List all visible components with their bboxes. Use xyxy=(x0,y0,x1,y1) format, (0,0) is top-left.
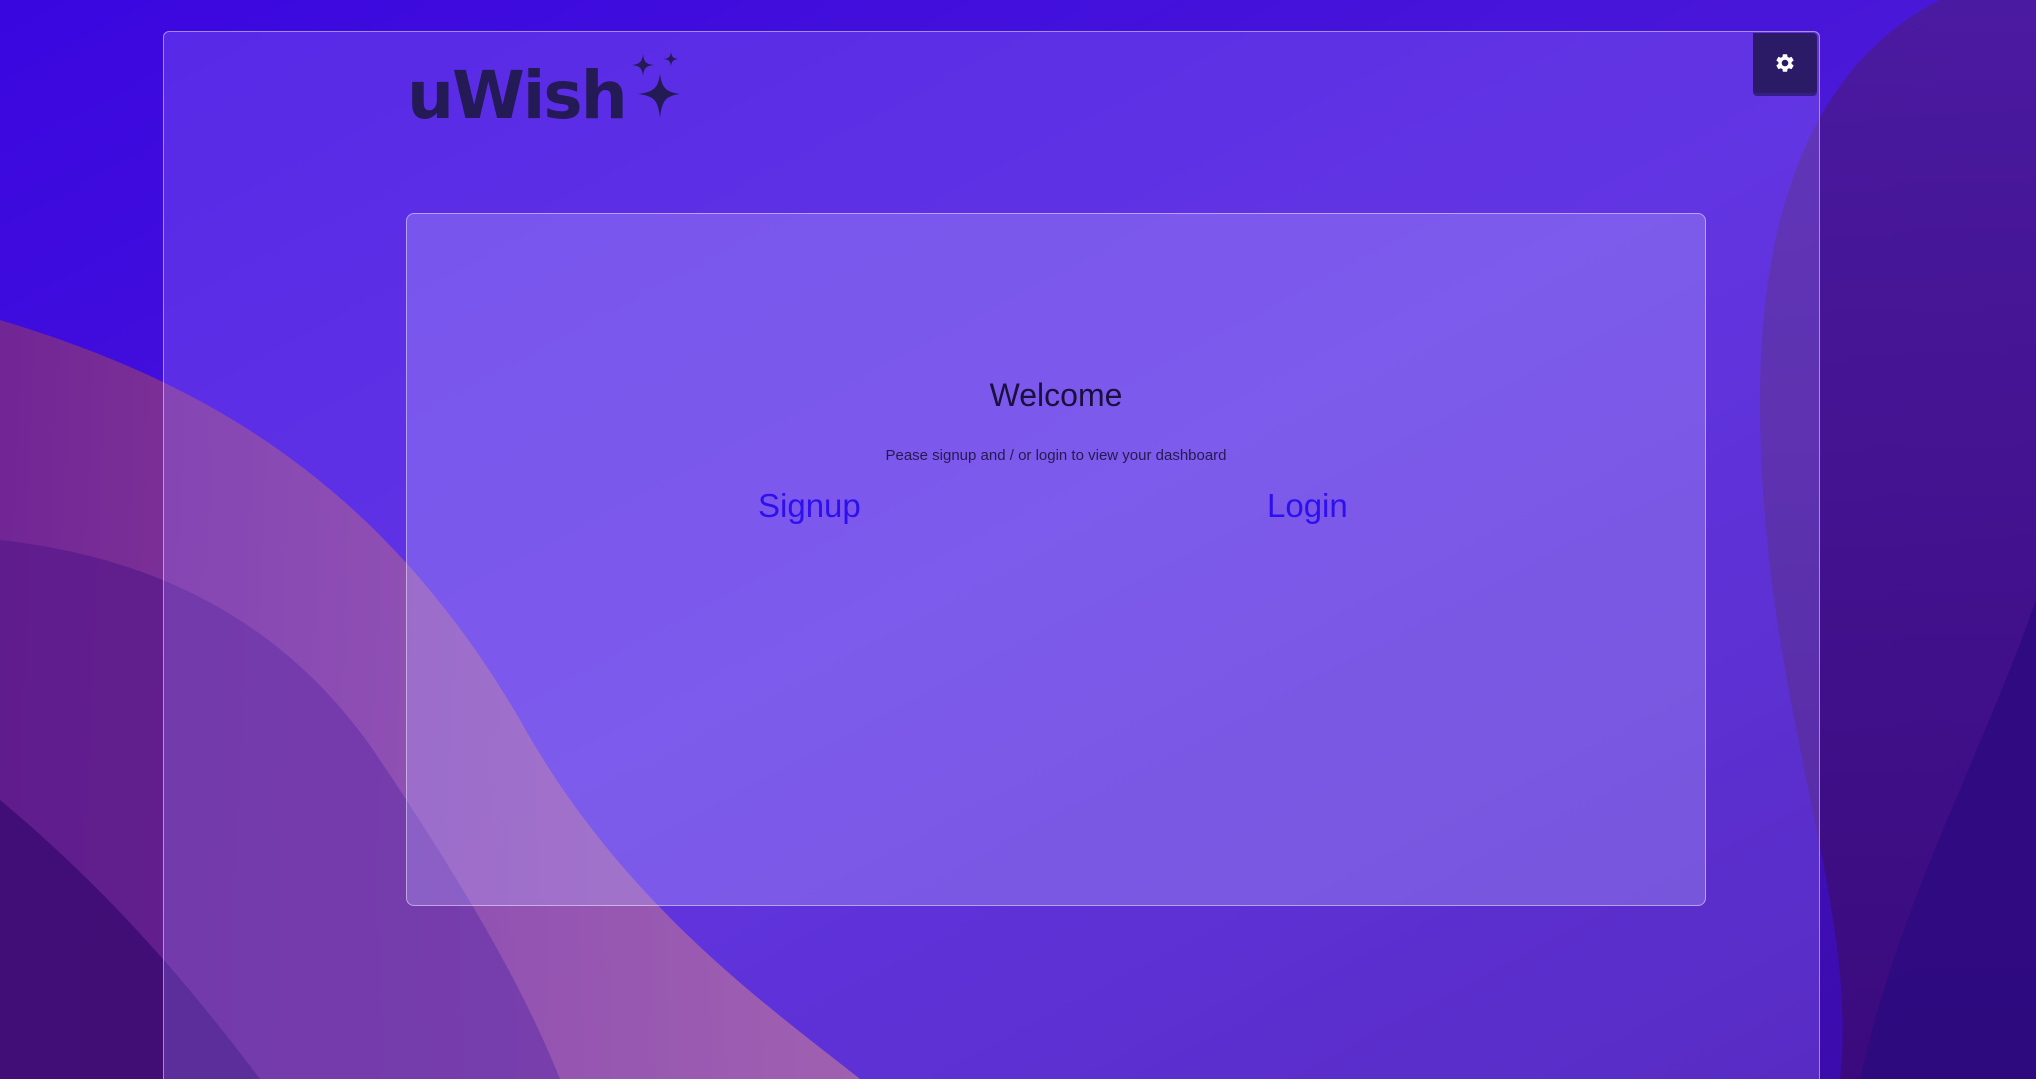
brand-name: uWish xyxy=(407,57,628,134)
brand-logo[interactable]: uWish xyxy=(407,52,684,134)
login-link[interactable]: Login xyxy=(1267,486,1348,526)
welcome-subtitle: Pease signup and / or login to view your… xyxy=(885,447,1227,464)
settings-button[interactable] xyxy=(1753,33,1817,93)
page-title: Welcome xyxy=(989,377,1123,414)
sparkles-icon xyxy=(631,52,680,118)
welcome-card: Welcome Pease signup and / or login to v… xyxy=(406,213,1706,906)
signup-link[interactable]: Signup xyxy=(758,486,861,526)
gear-icon xyxy=(1776,54,1794,72)
